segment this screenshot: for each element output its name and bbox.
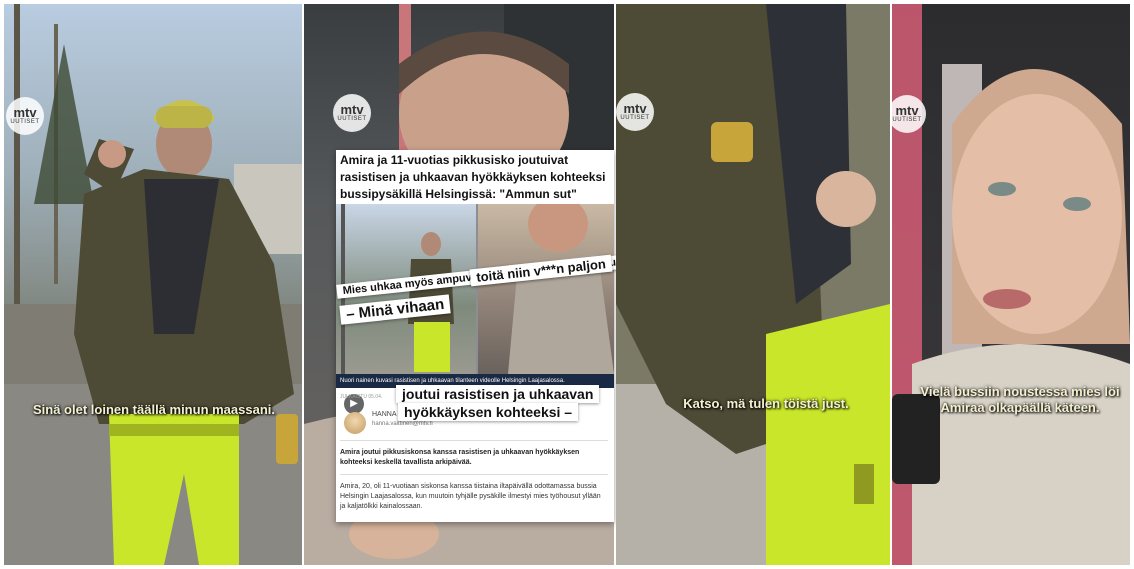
video-panel-3: mtv UUTISET Katso, mä tulen töistä just. xyxy=(616,4,890,565)
article-lead: Amira joutui pikkusiskonsa kanssa rasist… xyxy=(340,449,580,466)
logo-main: mtv xyxy=(340,102,364,117)
video-duration: 1:46 xyxy=(368,400,382,407)
article-headline: Amira ja 11-vuotias pikkusisko joutuivat… xyxy=(340,153,606,201)
mtv-uutiset-logo: mtv UUTISET xyxy=(6,97,44,135)
video-panel-1: mtv UUTISET Sinä olet loinen täällä minu… xyxy=(4,4,302,565)
mtv-uutiset-logo: mtv UUTISET xyxy=(616,93,654,131)
overlay-quote-5: hyökkäyksen kohteeksi – xyxy=(398,403,579,421)
subtitle: Katso, mä tulen töistä just. xyxy=(683,396,849,411)
video-panel-4: mtv UUTISET Vielä bussiin noustessa mies… xyxy=(892,4,1130,565)
scene-presenter-face xyxy=(892,4,1130,565)
overlay-quote-4: joutui rasistisen ja uhkaavan xyxy=(396,385,600,403)
subtitle: Vielä bussiin noustessa mies löi Amiraa … xyxy=(920,384,1120,415)
article-image-right xyxy=(478,196,614,374)
logo-sub: UUTISET xyxy=(892,117,922,123)
logo-sub: UUTISET xyxy=(620,115,650,121)
logo-sub: UUTISET xyxy=(10,119,40,125)
logo-sub: UUTISET xyxy=(337,116,367,122)
divider xyxy=(340,474,608,475)
scene-man-pointing xyxy=(4,4,302,565)
article-body: Amira, 20, oli 11-vuotiaan siskonsa kans… xyxy=(340,483,601,510)
scene-jacket-closeup xyxy=(616,4,890,565)
subtitle: Sinä olet loinen täällä minun maassani. xyxy=(32,402,275,417)
mtv-uutiset-logo: mtv UUTISET xyxy=(333,94,371,132)
author-avatar xyxy=(344,412,366,434)
logo-main: mtv xyxy=(623,101,647,116)
divider xyxy=(340,440,608,441)
author-email[interactable]: hanna.vaittinen@mtv.fi xyxy=(372,421,433,427)
publish-date: JULKAISTU 05.04. xyxy=(340,394,383,400)
news-article-screenshot: Amira ja 11-vuotias pikkusisko joutuivat… xyxy=(336,150,614,522)
author-name: HANNA xyxy=(372,411,397,418)
logo-main: mtv xyxy=(895,103,919,118)
logo-main: mtv xyxy=(13,105,37,120)
